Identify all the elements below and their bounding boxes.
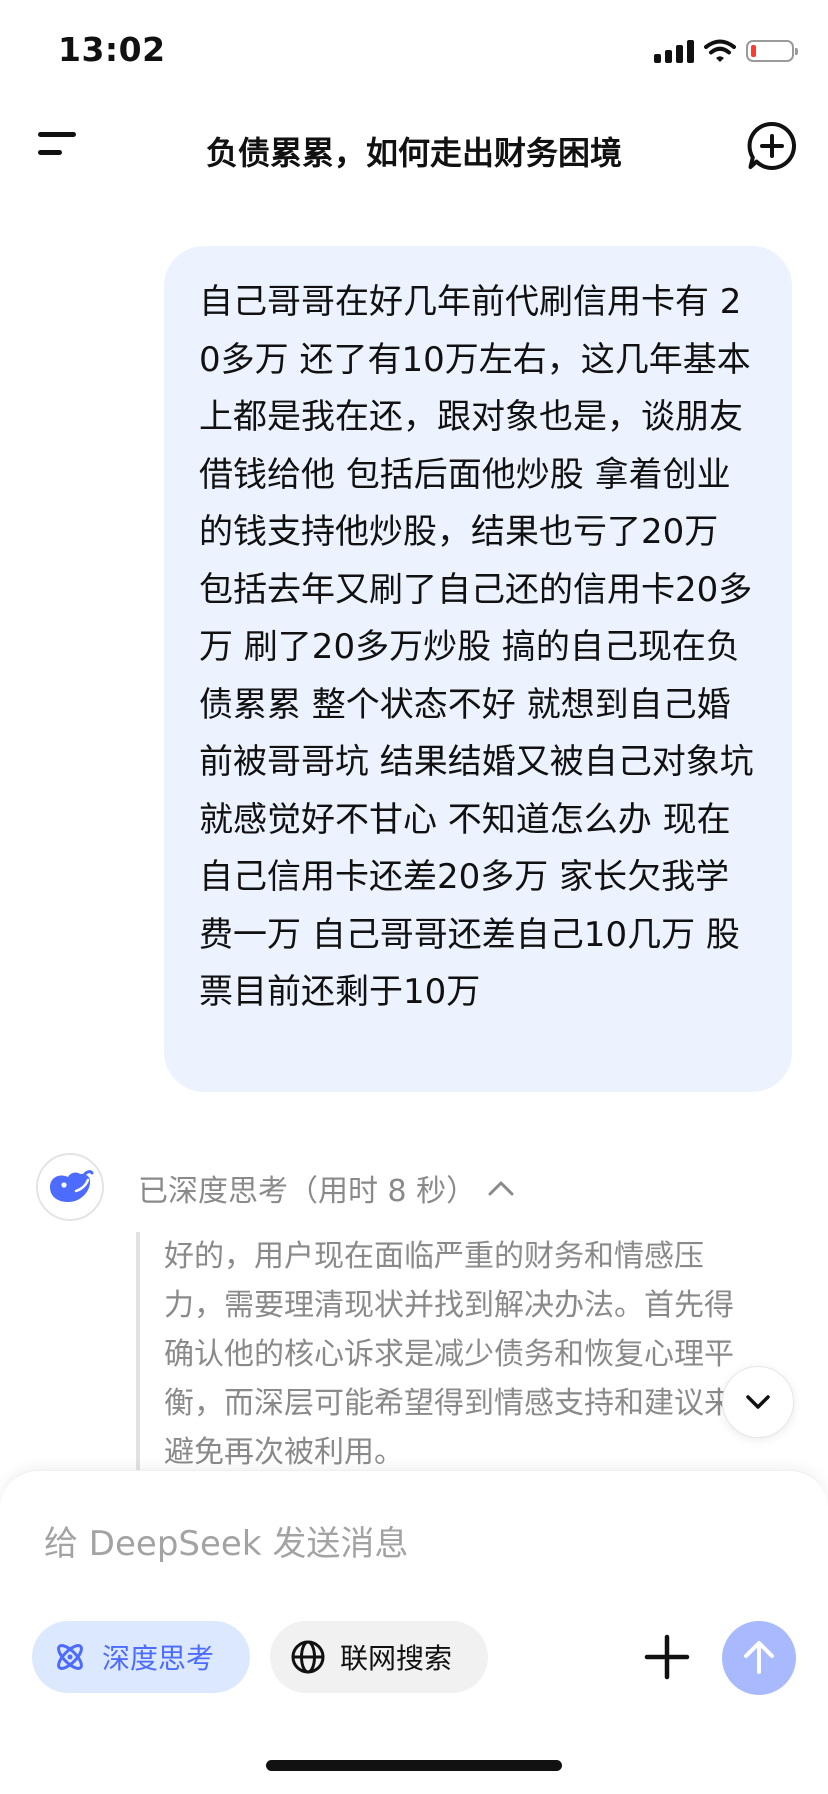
thinking-toggle[interactable]: 已深度思考（用时 8 秒）	[138, 1166, 516, 1210]
atom-icon	[57, 1644, 83, 1670]
deepseek-whale-icon	[50, 1170, 94, 1202]
message-composer: 深度思考 联网搜索	[0, 1470, 828, 1794]
web-search-toggle[interactable]: 联网搜索	[270, 1621, 488, 1693]
deep-think-label: 深度思考	[102, 1642, 215, 1675]
thinking-label: 已深度思考（用时 8 秒）	[138, 1174, 477, 1209]
user-message-bubble: 自己哥哥在好几年前代刷信用卡有 20多万 还了有10万左右，这几年基本上都是我在…	[164, 246, 792, 1092]
scroll-to-bottom-button[interactable]	[722, 1366, 794, 1438]
header-bar: 负债累累，如何走出财务困境	[0, 110, 828, 180]
globe-icon	[291, 1640, 325, 1674]
assistant-avatar	[36, 1153, 104, 1221]
signal-icon	[654, 39, 694, 63]
status-bar: 13:02	[0, 0, 828, 100]
status-icons	[654, 36, 798, 66]
new-chat-icon[interactable]	[746, 120, 798, 172]
user-message-text: 自己哥哥在好几年前代刷信用卡有 20多万 还了有10万左右，这几年基本上都是我在…	[199, 282, 754, 1012]
chevron-up-icon	[488, 1181, 514, 1196]
send-button[interactable]	[722, 1621, 796, 1695]
web-search-label: 联网搜索	[340, 1642, 453, 1675]
thinking-text: 好的，用户现在面临严重的财务和情感压力，需要理清现状并找到解决办法。首先得确认他…	[164, 1239, 734, 1470]
deep-think-toggle[interactable]: 深度思考	[32, 1621, 250, 1693]
battery-low-icon	[746, 40, 798, 62]
thinking-content: 好的，用户现在面临严重的财务和情感压力，需要理清现状并找到解决办法。首先得确认他…	[136, 1232, 756, 1472]
home-indicator	[266, 1760, 562, 1771]
chat-title: 负债累累，如何走出财务困境	[205, 134, 622, 172]
plus-icon[interactable]	[640, 1627, 694, 1687]
message-input[interactable]	[44, 1519, 644, 1569]
arrow-up-icon	[744, 1641, 774, 1674]
status-time: 13:02	[58, 30, 166, 69]
wifi-icon	[704, 39, 736, 62]
chevron-down-icon	[746, 1395, 770, 1409]
